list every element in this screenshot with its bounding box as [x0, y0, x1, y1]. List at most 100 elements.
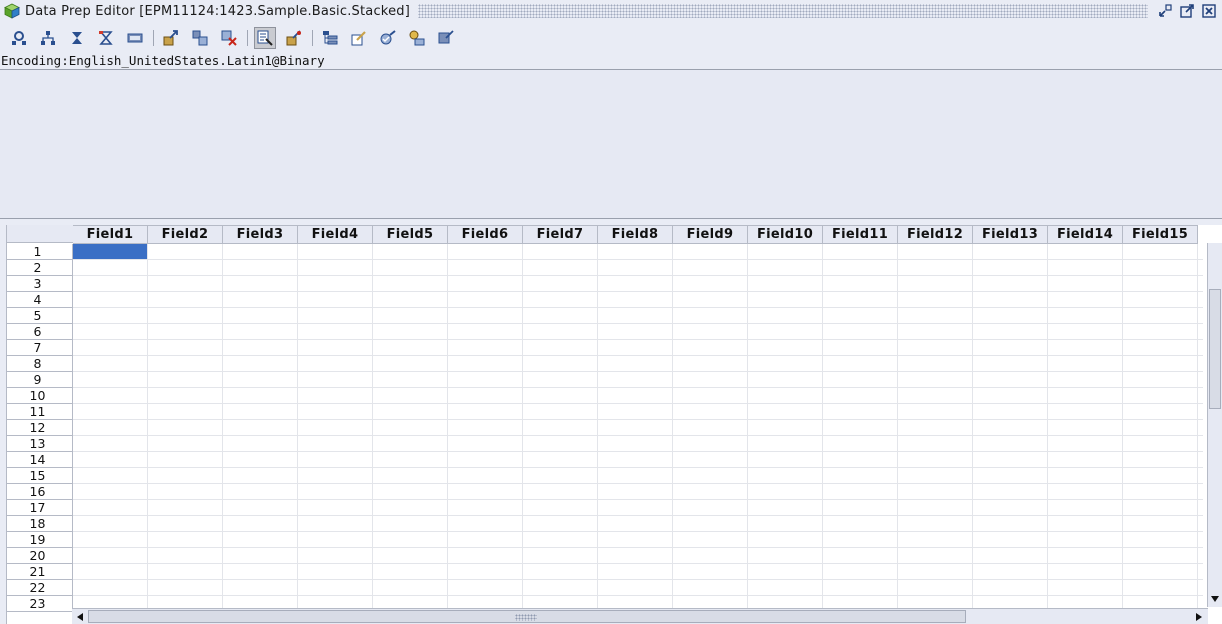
associate-outline-icon[interactable] — [160, 27, 182, 49]
toolbar-separator — [247, 30, 248, 46]
row-header[interactable]: 10 — [7, 388, 73, 404]
key-icon[interactable] — [406, 27, 428, 49]
grid-column-line — [1197, 244, 1198, 624]
grid-column-line — [672, 244, 673, 624]
edit-properties-icon[interactable] — [348, 27, 370, 49]
row-header[interactable]: 1 — [7, 244, 73, 260]
row-header[interactable]: 19 — [7, 532, 73, 548]
grid-column-line — [297, 244, 298, 624]
close-icon[interactable] — [1200, 2, 1218, 20]
row-header[interactable]: 5 — [7, 308, 73, 324]
create-field-join-icon[interactable] — [66, 27, 88, 49]
grid-row-line — [73, 291, 1203, 292]
row-header[interactable]: 18 — [7, 516, 73, 532]
grid-column-line — [222, 244, 223, 624]
field-properties-icon[interactable] — [8, 27, 30, 49]
scroll-right-arrow-icon[interactable] — [1192, 610, 1206, 624]
row-header[interactable]: 8 — [7, 356, 73, 372]
column-header[interactable]: Field7 — [523, 225, 598, 244]
scroll-grip — [515, 614, 537, 621]
grid-row-line — [73, 563, 1203, 564]
vertical-scroll-thumb[interactable] — [1209, 289, 1221, 409]
grid-column-line — [972, 244, 973, 624]
data-load-mode-icon[interactable] — [254, 27, 276, 49]
grid-row-line — [73, 307, 1203, 308]
grid-row-line — [73, 355, 1203, 356]
horizontal-scroll-thumb[interactable] — [88, 610, 966, 623]
create-field-text-icon[interactable] — [95, 27, 117, 49]
dimension-build-icon[interactable] — [189, 27, 211, 49]
column-header[interactable]: Field4 — [298, 225, 373, 244]
grid-row-line — [73, 259, 1203, 260]
column-header[interactable]: Field13 — [973, 225, 1048, 244]
row-header[interactable]: 20 — [7, 548, 73, 564]
validate-icon[interactable] — [377, 27, 399, 49]
outline-icon[interactable] — [319, 27, 341, 49]
column-header[interactable]: Field8 — [598, 225, 673, 244]
grid-column-line — [1047, 244, 1048, 624]
row-header[interactable]: 23 — [7, 596, 73, 612]
grid-column-line — [897, 244, 898, 624]
row-header[interactable]: 9 — [7, 372, 73, 388]
row-header[interactable]: 21 — [7, 564, 73, 580]
grid-row-line — [73, 483, 1203, 484]
row-header[interactable]: 14 — [7, 452, 73, 468]
row-header[interactable]: 17 — [7, 500, 73, 516]
join-fields-icon[interactable] — [37, 27, 59, 49]
split-field-icon[interactable] — [124, 27, 146, 49]
row-header[interactable]: 6 — [7, 324, 73, 340]
grid-row-line — [73, 371, 1203, 372]
grid-row-line — [73, 323, 1203, 324]
grid-row-line — [73, 451, 1203, 452]
dimension-properties-icon[interactable] — [435, 27, 457, 49]
grid-row-line — [73, 403, 1203, 404]
row-header[interactable]: 2 — [7, 260, 73, 276]
scroll-left-arrow-icon[interactable] — [73, 610, 87, 624]
row-header[interactable]: 15 — [7, 468, 73, 484]
row-header[interactable]: 3 — [7, 276, 73, 292]
grid-row-line — [73, 435, 1203, 436]
restore-icon[interactable] — [1156, 2, 1174, 20]
row-header[interactable]: 12 — [7, 420, 73, 436]
column-header[interactable]: Field12 — [898, 225, 973, 244]
preview-text-area[interactable] — [0, 69, 1222, 219]
delete-icon[interactable] — [218, 27, 240, 49]
grid-row-line — [73, 531, 1203, 532]
horizontal-scrollbar[interactable] — [72, 608, 1208, 624]
grid-corner — [7, 225, 73, 243]
grid-column-line — [1122, 244, 1123, 624]
selected-cell[interactable] — [73, 244, 147, 259]
toolbar-separator — [153, 30, 154, 46]
grid-row-line — [73, 387, 1203, 388]
row-header[interactable]: 4 — [7, 292, 73, 308]
column-header[interactable]: Field15 — [1123, 225, 1198, 244]
grid-column-line — [597, 244, 598, 624]
grid-row-line — [73, 467, 1203, 468]
row-header[interactable]: 7 — [7, 340, 73, 356]
grid-row-line — [73, 595, 1203, 596]
title-drag-handle[interactable] — [418, 4, 1148, 18]
row-header[interactable]: 16 — [7, 484, 73, 500]
column-header[interactable]: Field11 — [823, 225, 898, 244]
column-header[interactable]: Field1 — [73, 225, 148, 244]
row-header[interactable]: 11 — [7, 404, 73, 420]
row-header[interactable]: 13 — [7, 436, 73, 452]
ignore-field-icon[interactable] — [283, 27, 305, 49]
grid-cells[interactable] — [73, 244, 1203, 624]
data-grid: Field1 Field2 Field3 Field4 Field5 Field6 Fiel… — [6, 225, 1222, 624]
grid-row-line — [73, 579, 1203, 580]
scroll-down-arrow-icon[interactable] — [1208, 592, 1222, 606]
grid-column-line — [747, 244, 748, 624]
cube-app-icon — [4, 3, 20, 19]
vertical-scrollbar[interactable] — [1207, 243, 1222, 607]
column-header[interactable]: Field14 — [1048, 225, 1123, 244]
grid-column-line — [822, 244, 823, 624]
column-header[interactable]: Field2 — [148, 225, 223, 244]
column-header[interactable]: Field5 — [373, 225, 448, 244]
row-header[interactable]: 22 — [7, 580, 73, 596]
column-header[interactable]: Field10 — [748, 225, 823, 244]
column-header[interactable]: Field6 — [448, 225, 523, 244]
maximize-icon[interactable] — [1178, 2, 1196, 20]
column-header[interactable]: Field9 — [673, 225, 748, 244]
column-header[interactable]: Field3 — [223, 225, 298, 244]
